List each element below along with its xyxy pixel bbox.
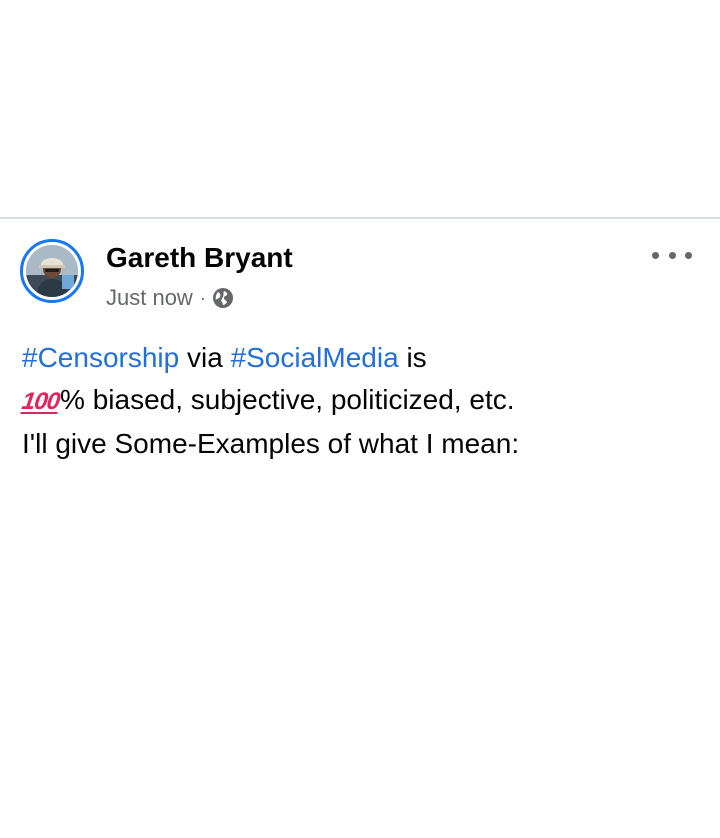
post-body: #Censorship via #SocialMedia is 100% bia… [20, 337, 702, 465]
meta-separator: · [199, 287, 206, 308]
post-text: is [398, 342, 427, 373]
avatar[interactable] [20, 239, 84, 303]
hundred-points-emoji-icon: 100 [20, 388, 62, 415]
post-card: Gareth Bryant Just now · #Censorship via… [0, 219, 720, 838]
globe-icon[interactable] [212, 287, 234, 309]
author-name[interactable]: Gareth Bryant [106, 242, 293, 274]
more-dot [668, 251, 676, 259]
timestamp[interactable]: Just now [106, 285, 193, 311]
post-line-3: I'll give Some-Examples of what I mean: [22, 428, 520, 459]
post-text: via [179, 342, 231, 373]
post-line-2: 100% biased, subjective, politicized, et… [20, 379, 702, 423]
profile-photo [26, 245, 78, 297]
more-options-icon[interactable] [652, 245, 692, 265]
post-line-1: #Censorship via #SocialMedia is [22, 337, 702, 379]
screen: Gareth Bryant Just now · #Censorship via… [0, 0, 720, 838]
profile-photo-image [26, 245, 78, 297]
hashtag-social-media[interactable]: #SocialMedia [231, 342, 399, 373]
hashtag-censorship[interactable]: #Censorship [22, 342, 179, 373]
more-dot [652, 251, 659, 259]
more-dot [685, 251, 692, 259]
blank-area [0, 0, 720, 217]
post-meta: Just now · [106, 283, 234, 313]
post-text: % biased, subjective, politicized, etc. [60, 384, 515, 415]
